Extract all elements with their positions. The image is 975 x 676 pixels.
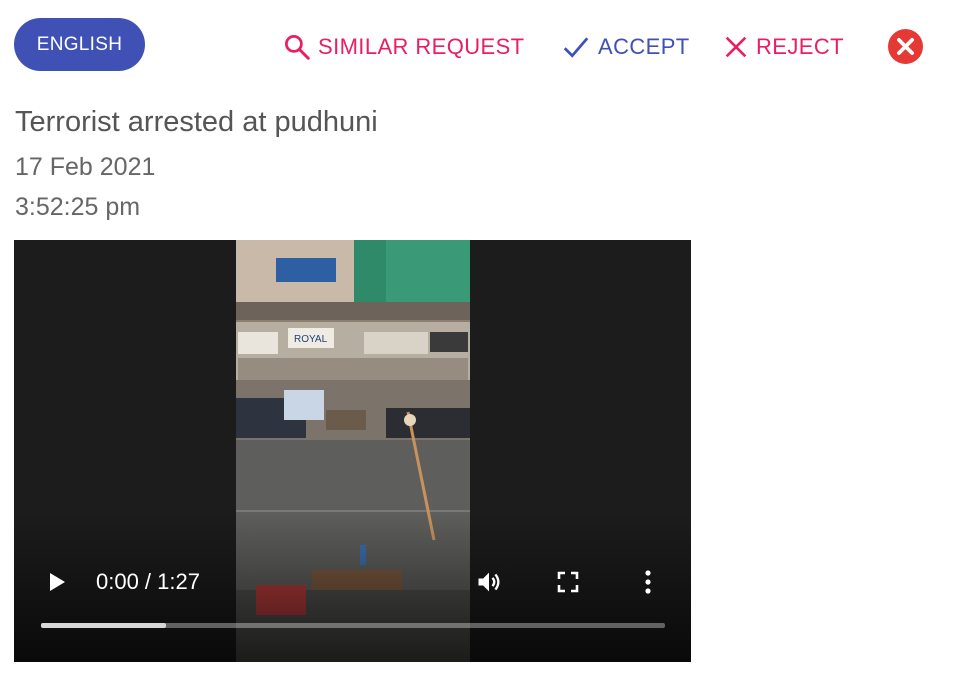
more-vert-icon[interactable] (642, 568, 654, 596)
similar-request-button[interactable]: SIMILAR REQUEST (282, 30, 524, 64)
request-title: Terrorist arrested at pudhuni (15, 106, 378, 138)
x-icon (725, 36, 747, 58)
fullscreen-icon[interactable] (556, 570, 580, 594)
video-player[interactable]: ROYAL 0:00 / 1:27 (14, 240, 691, 662)
accept-button[interactable]: ACCEPT (560, 30, 690, 64)
request-date: 17 Feb 2021 (15, 153, 156, 181)
progress-buffered (41, 623, 166, 628)
language-button[interactable]: ENGLISH (14, 18, 145, 71)
reject-label: REJECT (756, 34, 844, 59)
similar-request-label: SIMILAR REQUEST (318, 34, 525, 59)
volume-icon[interactable] (474, 568, 504, 596)
reject-button[interactable]: REJECT (722, 30, 844, 64)
time-readout: 0:00 / 1:27 (96, 569, 200, 594)
close-circle-icon[interactable] (888, 29, 923, 64)
play-icon[interactable] (46, 570, 68, 594)
shop-sign-text: ROYAL (294, 334, 328, 345)
accept-label: ACCEPT (598, 34, 690, 59)
request-time: 3:52:25 pm (15, 193, 141, 221)
check-icon (563, 37, 589, 58)
search-icon (285, 35, 310, 60)
progress-bar[interactable] (41, 623, 665, 628)
